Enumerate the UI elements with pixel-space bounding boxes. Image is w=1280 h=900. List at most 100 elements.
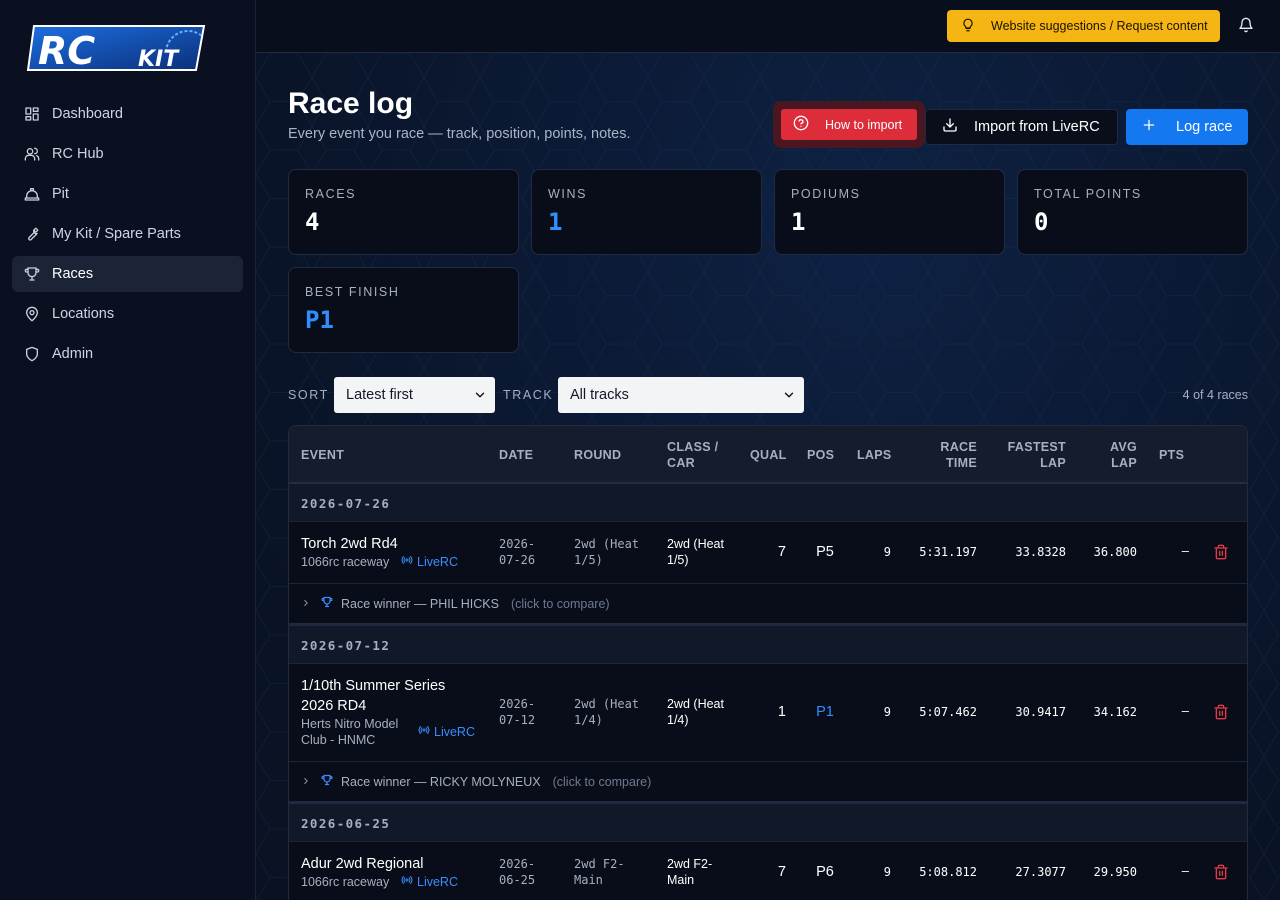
delete-icon[interactable] bbox=[1213, 704, 1229, 723]
race-avg-lap: 29.950 bbox=[1093, 865, 1137, 879]
sidebar-item-my-kit[interactable]: My Kit / Spare Parts bbox=[12, 216, 243, 252]
liverc-link[interactable]: LiveRC bbox=[401, 874, 458, 889]
date-group-header: 2026-07-26 bbox=[289, 484, 1247, 522]
event-location-line2: Club - HNMC bbox=[301, 733, 376, 747]
race-date: 2026- 07-26 bbox=[499, 536, 535, 568]
header-fastest-line2: LAP bbox=[1040, 456, 1066, 470]
liverc-label: LiveRC bbox=[417, 554, 458, 569]
stat-value: 4 bbox=[305, 208, 320, 236]
race-date-line1: 2026- bbox=[499, 857, 536, 871]
sort-select[interactable]: Latest first bbox=[334, 377, 495, 413]
sort-label: SORT bbox=[288, 388, 329, 402]
bell-icon[interactable] bbox=[1238, 17, 1254, 33]
header-race-line1: RACE bbox=[940, 440, 977, 454]
delete-icon[interactable] bbox=[1213, 544, 1229, 563]
race-laps: 9 bbox=[883, 545, 891, 559]
stat-label: Best finish bbox=[305, 285, 400, 299]
sidebar-item-pit[interactable]: Pit bbox=[12, 176, 243, 212]
header-event[interactable]: EVENT bbox=[301, 447, 344, 463]
track-select[interactable]: All tracks bbox=[558, 377, 804, 413]
header-date[interactable]: DATE bbox=[499, 447, 533, 463]
race-avg-lap: 36.800 bbox=[1093, 545, 1137, 559]
date-group-header: 2026-07-12 bbox=[289, 626, 1247, 664]
header-race-time[interactable]: RACE TIME bbox=[940, 439, 977, 471]
table-row[interactable]: 1/10th Summer Series 2026 RD4 Herts Nitro… bbox=[289, 664, 1247, 762]
race-date-line1: 2026- bbox=[499, 697, 536, 711]
liverc-link[interactable]: LiveRC bbox=[418, 724, 475, 739]
sidebar-item-admin[interactable]: Admin bbox=[12, 336, 243, 372]
top-bar: Website suggestions / Request content bbox=[256, 0, 1280, 53]
header-pos[interactable]: POS bbox=[807, 447, 834, 463]
hard-hat-icon bbox=[24, 186, 40, 202]
header-class-line2: CAR bbox=[667, 456, 695, 470]
table-row[interactable]: Adur 2wd Regional 1066rc raceway LiveRC … bbox=[289, 842, 1247, 900]
table-row[interactable]: Torch 2wd Rd4 1066rc raceway LiveRC 2026… bbox=[289, 522, 1247, 584]
header-avg-lap[interactable]: AVG LAP bbox=[1110, 439, 1137, 471]
chevron-down-icon bbox=[782, 388, 796, 402]
race-round: 2wd (Heat 1/5) bbox=[574, 536, 639, 568]
broadcast-icon bbox=[401, 874, 417, 889]
race-round-line1: 2wd (Heat bbox=[574, 697, 640, 711]
stat-value: 1 bbox=[791, 208, 806, 236]
date-group-label: 2026-06-25 bbox=[301, 816, 391, 831]
sidebar-item-races[interactable]: Races bbox=[12, 256, 243, 292]
sidebar: RC KIT Dashboard RC Hub Pit My Kit / Spa… bbox=[0, 0, 256, 900]
website-suggestions-label: Website suggestions / Request content bbox=[991, 19, 1208, 33]
race-fastest-lap: 33.8328 bbox=[1015, 545, 1066, 559]
event-location: Herts Nitro Model Club - HNMC bbox=[301, 716, 398, 748]
sidebar-item-label: Admin bbox=[52, 346, 94, 362]
sidebar-item-dashboard[interactable]: Dashboard bbox=[12, 96, 243, 132]
help-circle-icon bbox=[793, 115, 825, 134]
rc-kit-logo[interactable]: RC KIT bbox=[26, 22, 208, 74]
event-location: 1066rc raceway bbox=[301, 555, 390, 569]
lightbulb-icon bbox=[961, 18, 991, 35]
header-pts[interactable]: PTS bbox=[1159, 447, 1184, 463]
race-points: — bbox=[1181, 704, 1189, 718]
import-from-liverc-button[interactable]: Import from LiveRC bbox=[925, 109, 1118, 145]
chevron-down-icon bbox=[473, 388, 487, 402]
header-round[interactable]: ROUND bbox=[574, 447, 621, 463]
delete-icon[interactable] bbox=[1213, 864, 1229, 883]
liverc-link[interactable]: LiveRC bbox=[401, 554, 458, 569]
race-qual: 1 bbox=[777, 704, 786, 720]
sidebar-item-locations[interactable]: Locations bbox=[12, 296, 243, 332]
header-class-car[interactable]: CLASS / CAR bbox=[667, 439, 718, 471]
header-fastest-lap[interactable]: FASTEST LAP bbox=[1008, 439, 1066, 471]
header-avg-line1: AVG bbox=[1109, 440, 1137, 454]
stat-card-best-finish: Best finish P1 bbox=[288, 267, 519, 353]
race-class-line2: 1/5) bbox=[667, 553, 689, 567]
import-label: Import from LiveRC bbox=[974, 119, 1100, 135]
race-date-line2: 07-12 bbox=[499, 713, 536, 727]
dashboard-icon bbox=[24, 106, 40, 122]
sidebar-item-rc-hub[interactable]: RC Hub bbox=[12, 136, 243, 172]
sidebar-item-label: Pit bbox=[52, 186, 69, 202]
race-fastest-lap: 30.9417 bbox=[1015, 705, 1066, 719]
main-content: Race log Every event you race — track, p… bbox=[256, 53, 1280, 900]
race-points: — bbox=[1181, 864, 1189, 878]
chevron-right-icon bbox=[301, 597, 311, 611]
race-winner-label: Race winner — PHIL HICKS bbox=[341, 596, 499, 611]
how-to-import-button[interactable]: How to import bbox=[781, 109, 917, 140]
sidebar-nav: Dashboard RC Hub Pit My Kit / Spare Part… bbox=[12, 96, 243, 376]
race-position: P5 bbox=[816, 544, 834, 560]
log-race-button[interactable]: Log race bbox=[1126, 109, 1248, 145]
broadcast-icon bbox=[401, 554, 417, 569]
header-qual[interactable]: QUAL bbox=[750, 447, 787, 463]
website-suggestions-button[interactable]: Website suggestions / Request content bbox=[947, 10, 1220, 42]
header-laps[interactable]: LAPS bbox=[857, 447, 892, 463]
event-location-line1: Herts Nitro Model bbox=[301, 717, 399, 731]
race-winner-row[interactable]: Race winner — RICKY MOLYNEUX (click to c… bbox=[289, 762, 1247, 804]
date-group-header: 2026-06-25 bbox=[289, 804, 1247, 842]
wrench-icon bbox=[24, 226, 40, 242]
race-position: P6 bbox=[816, 864, 834, 880]
race-laps: 9 bbox=[883, 705, 891, 719]
race-qual: 7 bbox=[777, 544, 786, 560]
event-location: 1066rc raceway bbox=[301, 875, 390, 889]
race-round-line2: 1/5) bbox=[574, 553, 603, 567]
stat-card-total-points: Total points 0 bbox=[1017, 169, 1248, 255]
race-winner-row[interactable]: Race winner — PHIL HICKS (click to compa… bbox=[289, 584, 1247, 626]
stat-value: P1 bbox=[305, 306, 334, 334]
compare-hint: (click to compare) bbox=[552, 774, 652, 789]
sidebar-item-label: RC Hub bbox=[52, 146, 104, 162]
trophy-icon bbox=[24, 266, 40, 282]
